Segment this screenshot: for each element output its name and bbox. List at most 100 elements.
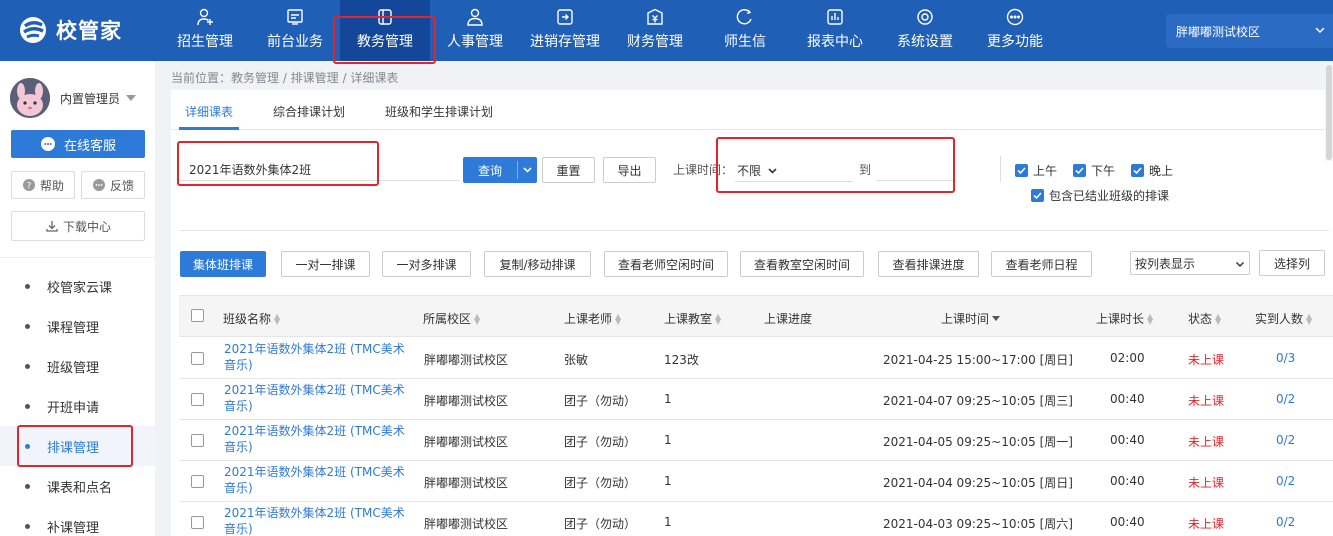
nav-item-hr[interactable]: 人事管理 [430, 0, 520, 61]
column-attendance[interactable]: 实到人数 ▲ ▼ [1255, 310, 1312, 327]
class-name-link[interactable]: 2021年语数外集体2班 (TMC美术音乐) [224, 423, 414, 455]
online-service-button[interactable]: 在线客服 [11, 130, 145, 158]
reset-button[interactable]: 重置 [542, 157, 595, 183]
class-time-cell: 2021-04-03 09:25~10:05 [周六] [883, 517, 1073, 531]
class-name-link[interactable]: 2021年语数外集体2班 (TMC美术音乐) [224, 341, 414, 373]
query-dropdown-toggle[interactable] [518, 157, 537, 183]
top-navigation-bar: 校管家 招生管理 前台业务 教务管理 人事管理 进销存管理 财务管理 师生信 报… [0, 0, 1333, 61]
select-all-checkbox[interactable] [191, 309, 204, 322]
column-progress: 上课进度 [764, 310, 812, 327]
nav-item-enrollment[interactable]: 招生管理 [160, 0, 250, 61]
status-badge: 未上课 [1188, 353, 1225, 367]
row-checkbox[interactable] [191, 393, 204, 406]
app-logo[interactable]: 校管家 [18, 14, 122, 46]
teacher-cell: 团子（勿动） [564, 394, 637, 408]
sidebar-item-makeup[interactable]: 补课管理 [0, 506, 155, 536]
class-time-label: 上课时间： [673, 163, 734, 177]
sidebar-item-courses[interactable]: 课程管理 [0, 306, 155, 346]
teacher-free-time-button[interactable]: 查看老师空闲时间 [604, 251, 728, 277]
checkbox-icon [191, 434, 204, 447]
table-row[interactable]: 2021年语数外集体2班 (TMC美术音乐) 胖嘟嘟测试校区 张敏 123改 2… [179, 338, 1333, 379]
row-checkbox[interactable] [191, 352, 204, 365]
tab-detailed-schedule[interactable]: 详细课表 [185, 103, 233, 120]
scrollbar-thumb[interactable] [1326, 65, 1332, 160]
table-row[interactable]: 2021年语数外集体2班 (TMC美术音乐) 胖嘟嘟测试校区 团子（勿动） 1 … [179, 461, 1333, 502]
morning-checkbox[interactable]: 上午 [1015, 162, 1057, 179]
column-classroom[interactable]: 上课教室 ▲ ▼ [664, 310, 721, 327]
checkbox-checked-icon [1015, 164, 1028, 177]
bullet-dot [25, 523, 30, 529]
class-name-link[interactable]: 2021年语数外集体2班 (TMC美术音乐) [224, 464, 414, 496]
row-checkbox[interactable] [191, 475, 204, 488]
teacher-agenda-button[interactable]: 查看老师日程 [991, 251, 1092, 277]
checkbox-icon [191, 309, 204, 322]
column-campus[interactable]: 所属校区 ▲ ▼ [423, 310, 480, 327]
one-to-many-schedule-button[interactable]: 一对多排课 [382, 251, 471, 277]
sidebar-item-scheduling[interactable]: 排课管理 [0, 426, 155, 466]
attendance-link[interactable]: 0/2 [1276, 392, 1295, 406]
class-name-link[interactable]: 2021年语数外集体2班 (TMC美术音乐) [224, 505, 414, 536]
column-duration[interactable]: 上课时长 ▲ ▼ [1096, 310, 1153, 327]
group-class-schedule-button[interactable]: 集体班排课 [180, 251, 266, 277]
export-button[interactable]: 导出 [603, 157, 656, 183]
campus-selector[interactable]: 胖嘟嘟测试校区 [1166, 14, 1333, 48]
nav-item-more[interactable]: 更多功能 [970, 0, 1060, 61]
table-row[interactable]: 2021年语数外集体2班 (TMC美术音乐) 胖嘟嘟测试校区 团子（勿动） 1 … [179, 379, 1333, 420]
nav-item-settings[interactable]: 系统设置 [880, 0, 970, 61]
column-class-time[interactable]: 上课时间 [941, 310, 1001, 327]
include-finished-checkbox[interactable]: 包含已结业班级的排课 [1031, 187, 1169, 204]
column-label: 上课老师 [564, 312, 613, 326]
app-name: 校管家 [56, 19, 122, 43]
class-search-input[interactable] [179, 153, 459, 181]
table-row[interactable]: 2021年语数外集体2班 (TMC美术音乐) 胖嘟嘟测试校区 团子（勿动） 1 … [179, 502, 1333, 536]
duration-cell: 02:00 [1110, 351, 1145, 365]
help-button[interactable]: ? 帮助 [11, 171, 75, 199]
checkbox-icon [191, 516, 204, 529]
nav-item-messages[interactable]: 师生信 [700, 0, 790, 61]
table-row[interactable]: 2021年语数外集体2班 (TMC美术音乐) 胖嘟嘟测试校区 团子（勿动） 1 … [179, 420, 1333, 461]
column-label: 上课教室 [664, 312, 713, 326]
checkbox-checked-icon [1131, 164, 1144, 177]
row-checkbox[interactable] [191, 434, 204, 447]
feedback-button[interactable]: 反馈 [81, 171, 145, 199]
attendance-link[interactable]: 0/2 [1276, 474, 1295, 488]
tab-schedule-plan[interactable]: 综合排课计划 [273, 103, 345, 120]
attendance-link[interactable]: 0/2 [1276, 433, 1295, 447]
column-label: 所属校区 [423, 312, 472, 326]
tab-class-student-plan[interactable]: 班级和学生排课计划 [385, 103, 493, 120]
row-checkbox[interactable] [191, 516, 204, 529]
bullet-dot [25, 483, 30, 489]
one-on-one-schedule-button[interactable]: 一对一排课 [281, 251, 370, 277]
class-name-link[interactable]: 2021年语数外集体2班 (TMC美术音乐) [224, 382, 414, 414]
classroom-cell: 1 [664, 433, 672, 447]
select-columns-button[interactable]: 选择列 [1259, 250, 1325, 276]
nav-item-finance[interactable]: 财务管理 [610, 0, 700, 61]
copy-move-schedule-button[interactable]: 复制/移动排课 [484, 251, 591, 277]
query-button[interactable]: 查询 [463, 157, 537, 183]
main-nav: 招生管理 前台业务 教务管理 人事管理 进销存管理 财务管理 师生信 报表中心 [160, 0, 1060, 61]
sidebar-item-timetable[interactable]: 课表和点名 [0, 466, 155, 506]
sidebar-item-cloud-class[interactable]: 校管家云课 [0, 266, 155, 306]
download-center-button[interactable]: 下载中心 [11, 211, 145, 241]
attendance-link[interactable]: 0/2 [1276, 515, 1295, 529]
user-menu[interactable]: 内置管理员 [10, 78, 137, 118]
view-mode-select[interactable]: 按列表显示 [1130, 251, 1250, 275]
column-status[interactable]: 状态 ▲ ▼ [1188, 310, 1221, 327]
nav-item-academic[interactable]: 教务管理 [340, 0, 430, 61]
column-teacher[interactable]: 上课老师 ▲ ▼ [564, 310, 621, 327]
evening-checkbox[interactable]: 晚上 [1131, 162, 1173, 179]
sidebar-item-classes[interactable]: 班级管理 [0, 346, 155, 386]
column-class-name[interactable]: 班级名称 ▲ ▼ [223, 310, 280, 327]
nav-item-reports[interactable]: 报表中心 [790, 0, 880, 61]
status-badge: 未上课 [1188, 394, 1225, 408]
afternoon-checkbox[interactable]: 下午 [1073, 162, 1115, 179]
schedule-progress-button[interactable]: 查看排课进度 [878, 251, 979, 277]
nav-item-inventory[interactable]: 进销存管理 [520, 0, 610, 61]
attendance-link[interactable]: 0/3 [1276, 351, 1295, 365]
sidebar-item-class-application[interactable]: 开班申请 [0, 386, 155, 426]
class-time-select[interactable]: 不限 [735, 160, 853, 182]
end-time-input[interactable] [876, 180, 956, 181]
room-free-time-button[interactable]: 查看教室空闲时间 [740, 251, 864, 277]
nav-item-front-desk[interactable]: 前台业务 [250, 0, 340, 61]
sidebar-item-label: 课程管理 [47, 320, 100, 336]
